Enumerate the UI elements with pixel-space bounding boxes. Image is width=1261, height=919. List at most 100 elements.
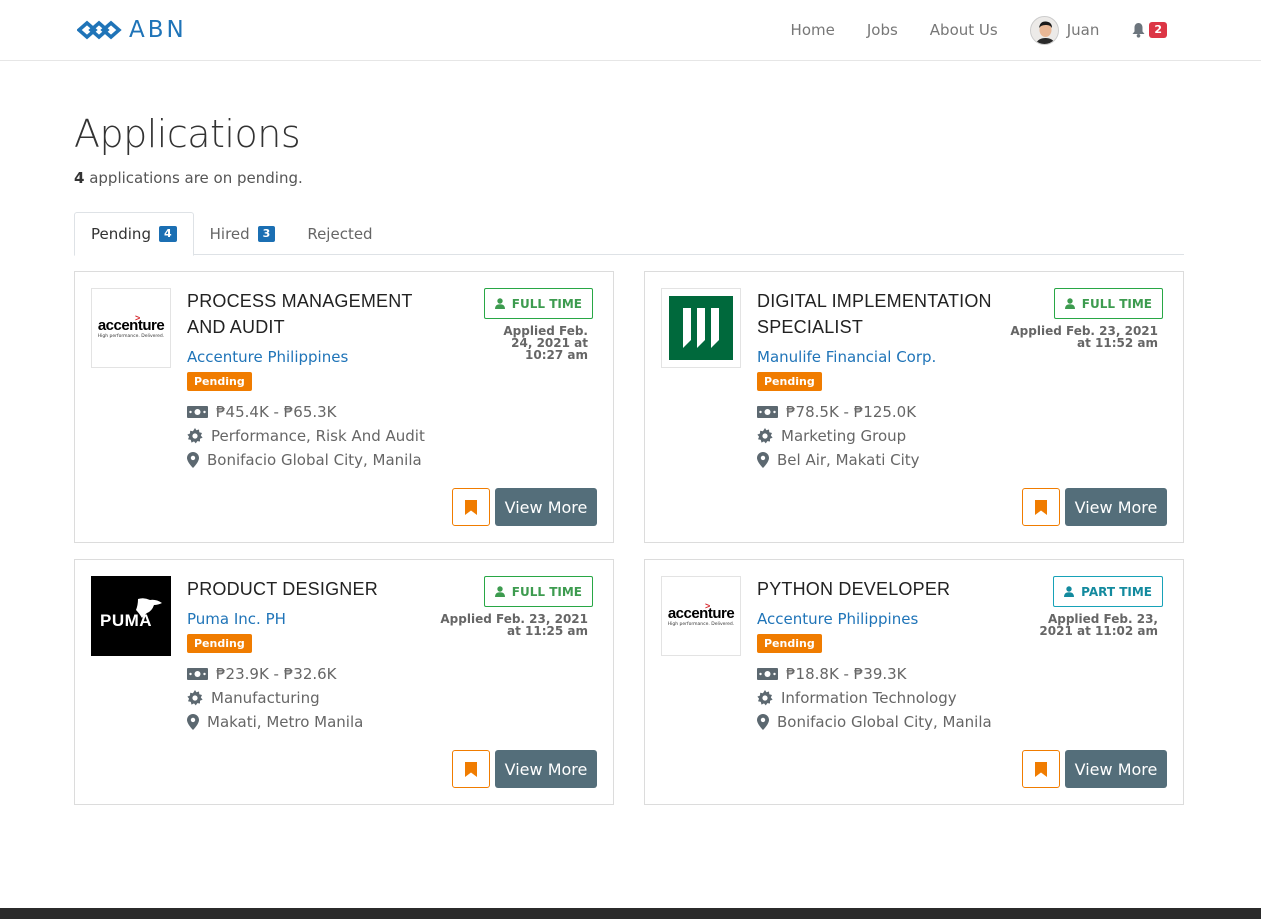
tab-hired-label: Hired <box>209 224 250 243</box>
tab-pending[interactable]: Pending 4 <box>74 212 194 256</box>
job-location: Bel Air, Makati City <box>777 451 920 469</box>
gear-icon <box>187 690 203 706</box>
application-tabs: Pending 4 Hired 3 Rejected <box>74 212 1184 256</box>
job-category: Manufacturing <box>211 689 320 707</box>
bookmark-icon <box>465 761 477 777</box>
job-type-badge: FULL TIME <box>483 576 593 607</box>
tab-rejected[interactable]: Rejected <box>291 212 388 255</box>
status-badge: Pending <box>187 634 252 653</box>
user-icon <box>494 586 505 597</box>
brand-logo[interactable]: ABN <box>77 17 187 43</box>
bookmark-icon <box>465 499 477 515</box>
location-row: Bonifacio Global City, Manila <box>757 713 992 731</box>
view-more-button[interactable]: View More <box>1065 488 1167 526</box>
job-category: Marketing Group <box>781 427 907 445</box>
bookmark-icon <box>1035 499 1047 515</box>
gear-icon <box>757 690 773 706</box>
company-link[interactable]: Manulife Financial Corp. <box>757 348 936 366</box>
applied-date: Applied Feb. 23, 2021 at 11:52 am <box>1010 324 1158 350</box>
page-subtitle: 4 applications are on pending. <box>74 169 303 187</box>
salary-row: ₱18.8K - ₱39.3K <box>757 665 907 683</box>
gear-icon <box>757 428 773 444</box>
category-row: Information Technology <box>757 689 957 707</box>
user-icon <box>494 298 505 309</box>
job-title[interactable]: PYTHON DEVELOPER <box>757 576 1007 602</box>
avatar <box>1029 15 1059 45</box>
status-badge: Pending <box>757 372 822 391</box>
job-card: accenture > High performance. Delivered. … <box>74 271 614 543</box>
location-row: Bel Air, Makati City <box>757 451 920 469</box>
notifications-button[interactable]: 2 <box>1131 22 1167 38</box>
company-link[interactable]: Accenture Philippines <box>757 610 918 628</box>
bookmark-button[interactable] <box>452 488 490 526</box>
map-pin-icon <box>187 452 199 468</box>
bell-icon <box>1132 23 1145 38</box>
map-pin-icon <box>757 452 769 468</box>
job-location: Bonifacio Global City, Manila <box>777 713 992 731</box>
pending-text: applications are on pending. <box>84 169 303 187</box>
nav-home-link[interactable]: Home <box>791 21 835 39</box>
job-category: Performance, Risk And Audit <box>211 427 425 445</box>
job-location: Makati, Metro Manila <box>207 713 364 731</box>
view-more-button[interactable]: View More <box>495 488 597 526</box>
user-icon <box>1064 586 1075 597</box>
company-logo: PUMA <box>91 576 171 656</box>
company-logo: accenture > High performance. Delivered. <box>91 288 171 368</box>
bookmark-button[interactable] <box>1022 488 1060 526</box>
applied-date: Applied Feb. 23, 2021 at 11:25 am <box>440 612 588 638</box>
job-card: PUMA PRODUCT DESIGNER Puma Inc. PH Pendi… <box>74 559 614 805</box>
company-link[interactable]: Puma Inc. PH <box>187 610 286 628</box>
map-pin-icon <box>757 714 769 730</box>
job-title[interactable]: PRODUCT DESIGNER <box>187 576 437 602</box>
job-title[interactable]: DIGITAL IMPLEMENTATION SPECIALIST <box>757 288 1007 340</box>
job-title[interactable]: PROCESS MANAGEMENT AND AUDIT <box>187 288 437 340</box>
view-more-button[interactable]: View More <box>1065 750 1167 788</box>
tab-rejected-label: Rejected <box>307 224 373 243</box>
tab-pending-count: 4 <box>158 226 177 242</box>
puma-logo-icon: PUMA <box>92 577 170 655</box>
money-icon <box>187 406 208 418</box>
view-more-button[interactable]: View More <box>495 750 597 788</box>
nav-jobs-link[interactable]: Jobs <box>867 21 898 39</box>
category-row: Manufacturing <box>187 689 320 707</box>
company-logo: accenture > High performance. Delivered. <box>661 576 741 656</box>
footer <box>0 908 1261 919</box>
money-icon <box>187 668 208 680</box>
bookmark-button[interactable] <box>452 750 490 788</box>
abn-logo-icon <box>77 20 122 40</box>
salary-row: ₱23.9K - ₱32.6K <box>187 665 337 683</box>
category-row: Marketing Group <box>757 427 906 445</box>
pending-count: 4 <box>74 169 85 187</box>
salary-row: ₱45.4K - ₱65.3K <box>187 403 337 421</box>
applied-date: Applied Feb. 23, 2021 at 11:02 am <box>1039 612 1158 638</box>
gear-icon <box>187 428 203 444</box>
status-badge: Pending <box>757 634 822 653</box>
job-card: DIGITAL IMPLEMENTATION SPECIALIST Manuli… <box>644 271 1184 543</box>
accenture-logo-icon: accenture > High performance. Delivered. <box>667 600 735 627</box>
nav-about-link[interactable]: About Us <box>930 21 998 39</box>
job-location: Bonifacio Global City, Manila <box>207 451 422 469</box>
salary-range: ₱18.8K - ₱39.3K <box>786 665 907 683</box>
manulife-logo-icon <box>669 296 733 360</box>
navbar: ABN Home Jobs About Us Juan 2 <box>0 0 1261 61</box>
location-row: Bonifacio Global City, Manila <box>187 451 422 469</box>
bookmark-button[interactable] <box>1022 750 1060 788</box>
user-name: Juan <box>1066 21 1100 39</box>
tab-hired[interactable]: Hired 3 <box>194 212 292 255</box>
job-type-badge: FULL TIME <box>483 288 593 319</box>
tab-hired-count: 3 <box>257 225 276 242</box>
salary-row: ₱78.5K - ₱125.0K <box>757 403 916 421</box>
job-type-badge: FULL TIME <box>1053 288 1163 319</box>
status-badge: Pending <box>187 372 252 391</box>
applied-date: Applied Feb. 24, 2021 at 10:27 am <box>503 324 588 362</box>
notification-count-badge: 2 <box>1149 22 1167 38</box>
page-title: Applications <box>74 112 301 156</box>
company-link[interactable]: Accenture Philippines <box>187 348 348 366</box>
salary-range: ₱45.4K - ₱65.3K <box>216 403 337 421</box>
category-row: Performance, Risk And Audit <box>187 427 425 445</box>
user-icon <box>1064 298 1075 309</box>
location-row: Makati, Metro Manila <box>187 713 363 731</box>
bookmark-icon <box>1035 761 1047 777</box>
job-category: Information Technology <box>781 689 957 707</box>
user-menu[interactable]: Juan <box>1029 15 1100 45</box>
